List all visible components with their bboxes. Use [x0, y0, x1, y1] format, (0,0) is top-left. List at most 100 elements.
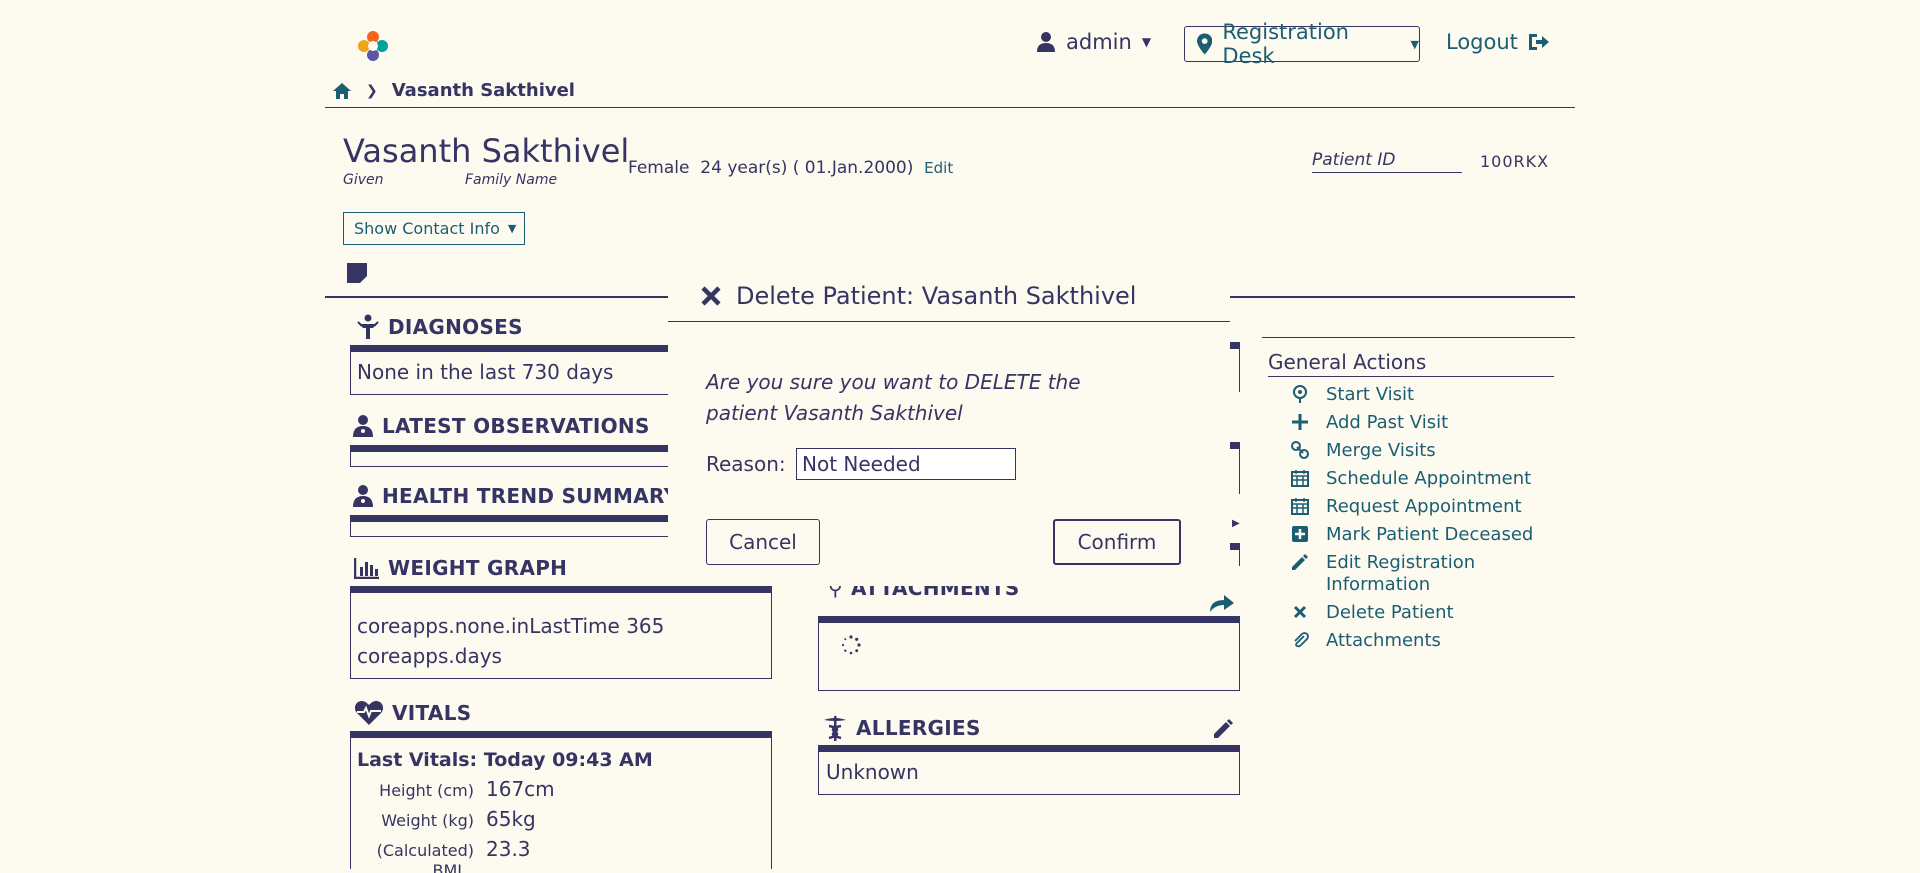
reason-input[interactable]	[796, 448, 1016, 480]
pencil-icon	[1292, 554, 1308, 570]
diagnoses-title: DIAGNOSES	[388, 315, 523, 339]
reason-label: Reason:	[706, 452, 786, 476]
action-schedule-appointment[interactable]: Schedule Appointment	[1290, 468, 1533, 490]
action-label: Attachments	[1326, 630, 1441, 651]
last-vitals: Last Vitals: Today 09:43 AM	[357, 749, 653, 771]
caret-down-icon: ▼	[1141, 35, 1152, 49]
cancel-button[interactable]: Cancel	[706, 519, 820, 565]
vitals-box: Last Vitals: Today 09:43 AM Height (cm) …	[350, 738, 772, 873]
trend-header: HEALTH TREND SUMMARY	[352, 484, 678, 508]
vitals-value: 167cm	[486, 777, 555, 801]
close-icon[interactable]	[700, 285, 722, 307]
bar-chart-icon	[354, 558, 379, 579]
action-request-appointment[interactable]: Request Appointment	[1290, 496, 1533, 518]
logout-label: Logout	[1446, 30, 1518, 54]
link-icon	[1291, 441, 1309, 459]
header-divider	[325, 107, 1575, 108]
logout-link[interactable]: Logout	[1446, 30, 1550, 54]
loading-spinner-icon	[841, 635, 861, 655]
location-selector[interactable]: Registration Desk ▼	[1184, 20, 1420, 68]
action-label: Add Past Visit	[1326, 412, 1449, 433]
attachments-box	[818, 623, 1240, 691]
chevron-right-icon: ❯	[366, 82, 378, 99]
action-attachments[interactable]: Attachments	[1290, 630, 1533, 652]
family-label: Family Name	[465, 172, 558, 188]
diagnoses-header: DIAGNOSES	[356, 314, 523, 340]
general-actions-title: General Actions	[1268, 350, 1554, 377]
calendar-icon	[1291, 498, 1309, 515]
weight-header: WEIGHT GRAPH	[354, 556, 567, 580]
middle-widget-bar	[1230, 342, 1240, 349]
action-add-past-visit[interactable]: Add Past Visit	[1290, 412, 1533, 434]
observations-title: LATEST OBSERVATIONS	[382, 414, 650, 438]
vitals-value: 23.3	[486, 837, 531, 861]
map-pin-icon	[1293, 385, 1307, 403]
user-icon	[1037, 32, 1055, 52]
map-marker-icon	[1197, 33, 1213, 55]
caret-down-icon: ▼	[1410, 37, 1419, 51]
patient-name: Vasanth Sakthivel	[343, 132, 630, 170]
openmrs-logo[interactable]: OpenMRS	[355, 26, 495, 66]
caduceus-icon	[824, 716, 846, 741]
vitals-key: Weight (kg)	[381, 811, 474, 830]
vitals-value: 65kg	[486, 807, 536, 831]
dialog-question: Are you sure you want to DELETE the pati…	[706, 370, 1081, 425]
weight-box: coreapps.none.inLastTime 365 coreapps.da…	[350, 593, 772, 679]
show-contact-info-button[interactable]: Show Contact Info ▼	[343, 212, 525, 245]
user-name: admin	[1066, 30, 1132, 54]
vitals-header: VITALS	[354, 700, 471, 726]
caret-right-icon[interactable]: ▶	[1232, 518, 1240, 529]
user-menu[interactable]: admin ▼	[1036, 30, 1151, 54]
paperclip-icon	[1294, 632, 1309, 648]
home-icon[interactable]	[332, 82, 352, 100]
weight-line-2: coreapps.days	[357, 644, 502, 668]
action-label: Delete Patient	[1326, 602, 1454, 623]
heartbeat-icon	[354, 701, 384, 725]
plus-square-icon	[1292, 526, 1308, 542]
attachments-title: ATTACHMENTS	[850, 586, 1020, 600]
vitals-row: Weight (kg) 65kg	[351, 807, 771, 837]
action-mark-deceased[interactable]: Mark Patient Deceased	[1290, 524, 1533, 546]
weight-line-1: coreapps.none.inLastTime 365	[357, 614, 665, 638]
vitals-bar	[350, 731, 772, 738]
observations-header: LATEST OBSERVATIONS	[352, 414, 650, 438]
given-label: Given	[343, 172, 384, 188]
share-arrow-icon[interactable]	[1208, 592, 1236, 614]
action-merge-visits[interactable]: Merge Visits	[1290, 440, 1533, 462]
vitals-key: Height (cm)	[379, 781, 474, 800]
middle-widget-edge	[1239, 449, 1240, 494]
logo-text: OpenMRS	[397, 34, 491, 56]
actions-top-divider	[1262, 337, 1575, 338]
confirm-button[interactable]: Confirm	[1053, 519, 1181, 565]
action-label: Edit Registration Information	[1326, 552, 1476, 595]
action-label: Request Appointment	[1326, 496, 1522, 517]
action-edit-registration[interactable]: Edit Registration Information	[1290, 552, 1533, 596]
action-label: Mark Patient Deceased	[1326, 524, 1534, 545]
middle-widget-bar	[1230, 543, 1240, 550]
close-icon	[1293, 605, 1307, 619]
breadcrumb-current: Vasanth Sakthivel	[391, 80, 575, 101]
action-delete-patient[interactable]: Delete Patient	[1290, 602, 1533, 624]
sign-out-icon	[1528, 34, 1549, 50]
weight-bar	[350, 586, 772, 593]
allergies-box: Unknown	[818, 752, 1240, 795]
allergies-bar	[818, 745, 1240, 752]
sticky-note-icon[interactable]	[347, 263, 367, 283]
dialog-title: Delete Patient: Vasanth Sakthivel	[700, 282, 1136, 310]
location-name: Registration Desk	[1222, 20, 1349, 68]
edit-link[interactable]: Edit	[924, 159, 953, 177]
patient-id-label: Patient ID	[1312, 150, 1462, 173]
attachments-header-clip: ⚲ ATTACHMENTS	[818, 586, 1240, 616]
diagnosis-icon	[357, 314, 379, 339]
allergies-title: ALLERGIES	[856, 716, 981, 740]
trend-title: HEALTH TREND SUMMARY	[382, 484, 679, 508]
vitals-row: Height (cm) 167cm	[351, 777, 771, 807]
action-label: Start Visit	[1326, 384, 1415, 405]
attachments-bar	[818, 616, 1240, 623]
vitals-title: VITALS	[392, 701, 472, 725]
action-label: Schedule Appointment	[1326, 468, 1532, 489]
action-label: Merge Visits	[1326, 440, 1436, 461]
vitals-key: (Calculated)	[376, 841, 474, 860]
pencil-icon[interactable]	[1211, 717, 1235, 741]
action-start-visit[interactable]: Start Visit	[1290, 384, 1533, 406]
